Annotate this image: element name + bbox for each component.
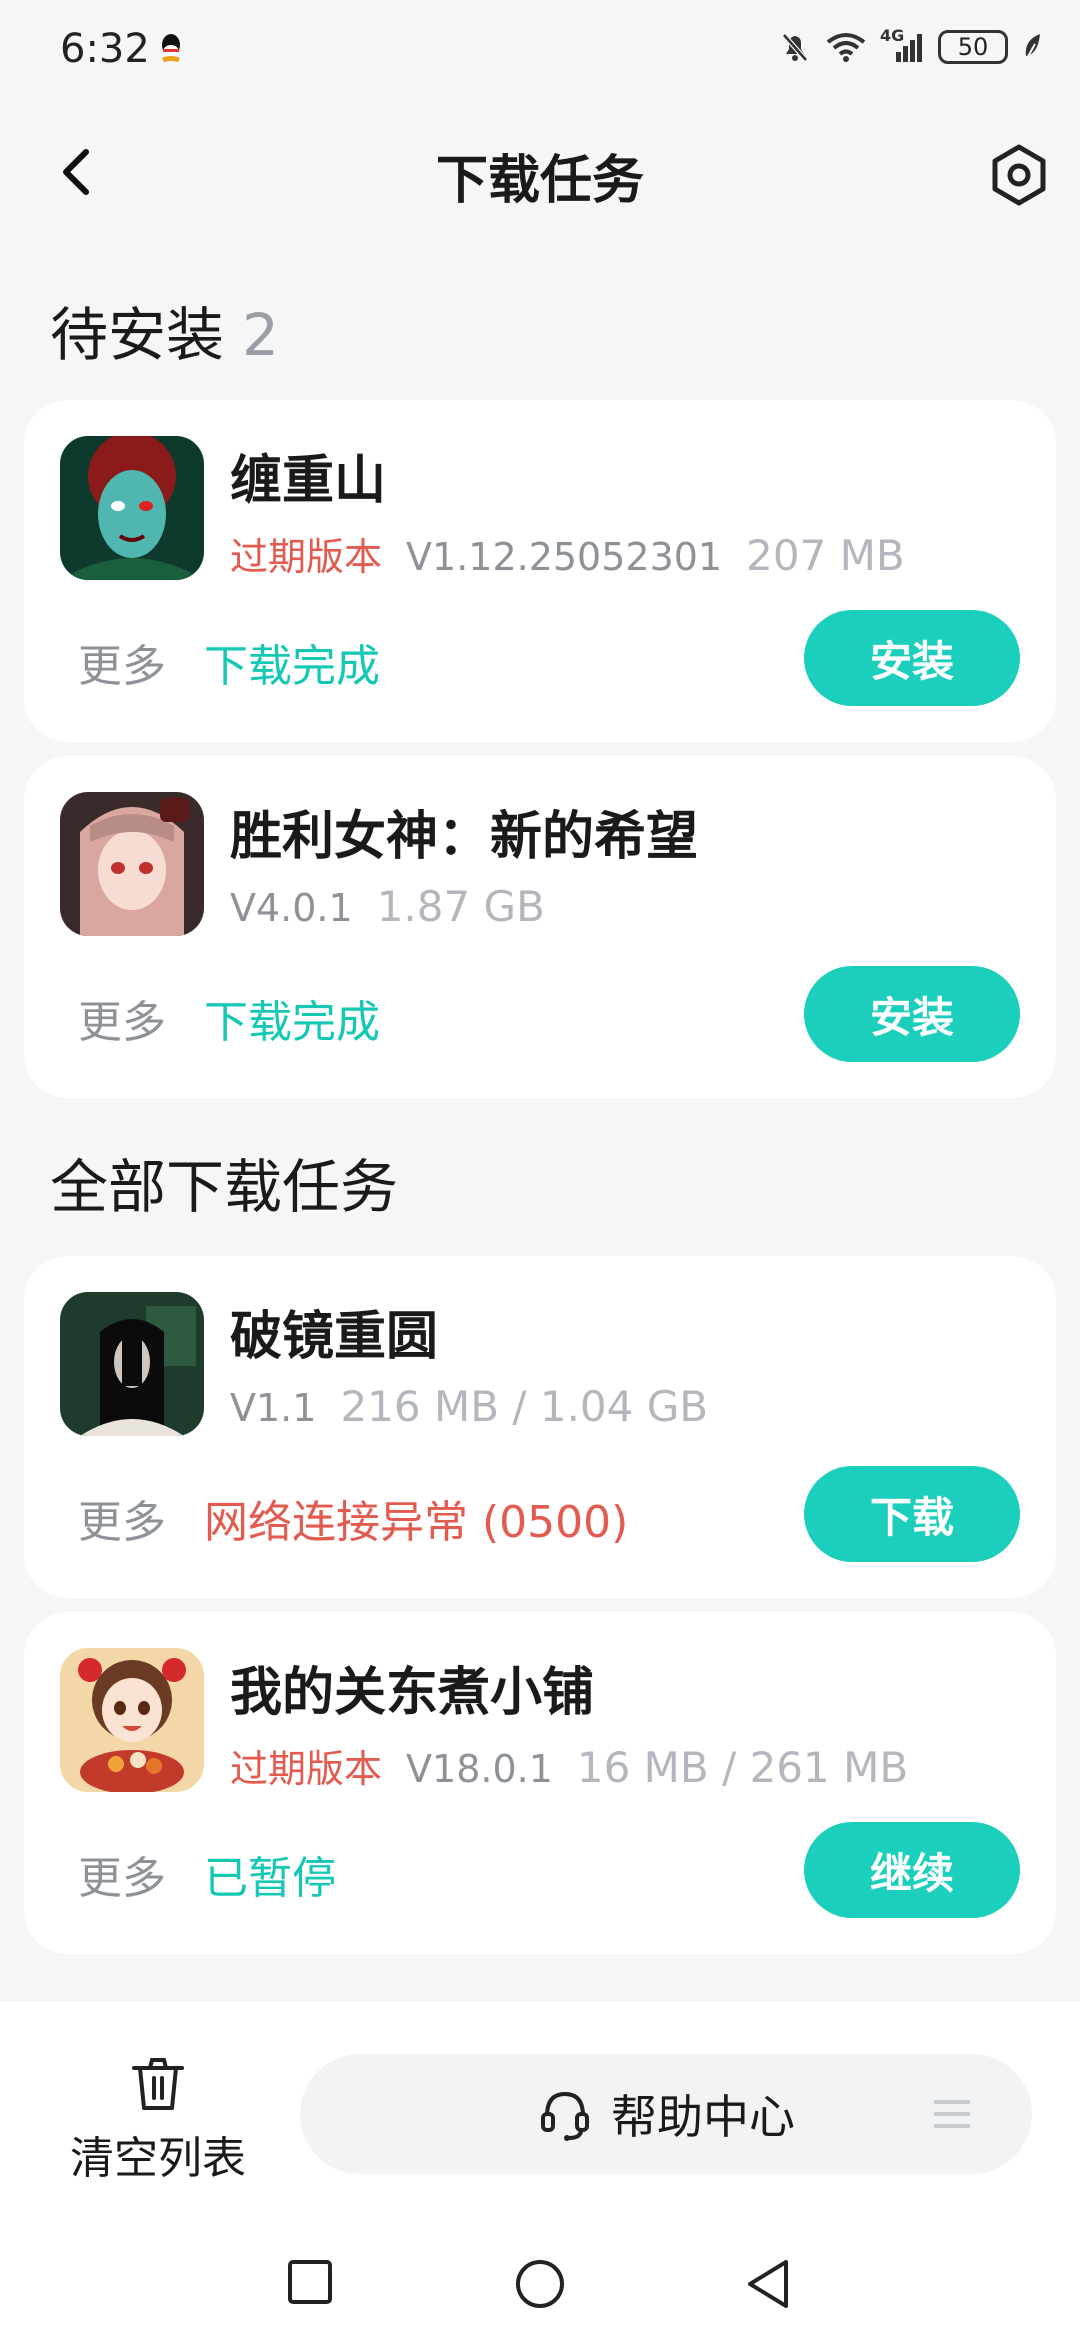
app-meta: V4.0.1 1.87 GB bbox=[230, 882, 545, 931]
install-button[interactable]: 安装 bbox=[804, 610, 1020, 706]
app-icon bbox=[60, 436, 204, 580]
app-size: 207 MB bbox=[746, 531, 905, 580]
app-progress: 216 MB / 1.04 GB bbox=[340, 1382, 709, 1431]
download-status: 网络连接异常 (0500) bbox=[204, 1497, 629, 1548]
back-icon[interactable] bbox=[744, 2258, 792, 2310]
header: 下载任务 bbox=[0, 120, 1080, 220]
pending-count: 2 bbox=[242, 301, 279, 369]
clear-list-button[interactable]: 清空列表 bbox=[58, 2052, 258, 2186]
download-button[interactable]: 下载 bbox=[804, 1466, 1020, 1562]
app-name: 破镜重圆 bbox=[230, 1307, 439, 1367]
app-name: 缠重山 bbox=[230, 451, 387, 511]
settings-icon[interactable] bbox=[986, 142, 1052, 208]
qq-icon bbox=[162, 34, 180, 62]
more-link[interactable]: 更多 bbox=[78, 630, 166, 694]
signal-icon: 4G bbox=[880, 26, 924, 64]
trash-icon bbox=[132, 2058, 184, 2110]
wifi-icon bbox=[826, 33, 866, 62]
status-icons: 4G 50 bbox=[778, 26, 1044, 64]
resume-button[interactable]: 继续 bbox=[804, 1822, 1020, 1918]
install-button[interactable]: 安装 bbox=[804, 966, 1020, 1062]
task-card: 胜利女神：新的希望 V4.0.1 1.87 GB 更多 下载完成 安装 bbox=[24, 756, 1056, 1098]
app-icon bbox=[60, 1292, 204, 1436]
pending-title: 待安装 bbox=[50, 301, 225, 369]
task-card: 缠重山 过期版本 V1.12.25052301 207 MB 更多 下载完成 安… bbox=[24, 400, 1056, 742]
app-icon bbox=[60, 792, 204, 936]
help-center-label: 帮助中心 bbox=[611, 2090, 795, 2144]
more-link[interactable]: 更多 bbox=[78, 1842, 166, 1906]
expired-label: 过期版本 bbox=[230, 535, 383, 579]
app-meta: 过期版本 V18.0.1 16 MB / 261 MB bbox=[230, 1738, 908, 1793]
clear-list-label: 清空列表 bbox=[70, 2133, 246, 2184]
more-link[interactable]: 更多 bbox=[78, 1486, 166, 1550]
download-status: 下载完成 bbox=[204, 641, 380, 692]
app-version: V1.12.25052301 bbox=[406, 535, 723, 579]
mute-icon bbox=[782, 33, 808, 62]
download-status: 下载完成 bbox=[204, 997, 380, 1048]
app-version: V1.1 bbox=[230, 1386, 317, 1430]
recent-apps-icon[interactable] bbox=[286, 2258, 334, 2306]
menu-icon[interactable] bbox=[932, 2096, 972, 2132]
more-link[interactable]: 更多 bbox=[78, 986, 166, 1050]
battery-level: 50 bbox=[957, 33, 989, 61]
task-card: 破镜重圆 V1.1 216 MB / 1.04 GB 更多 网络连接异常 (05… bbox=[24, 1256, 1056, 1598]
expired-label: 过期版本 bbox=[230, 1747, 383, 1791]
app-icon bbox=[60, 1648, 204, 1792]
pending-section-title: 待安装 2 bbox=[50, 288, 279, 372]
download-status: 已暂停 bbox=[204, 1853, 336, 1904]
app-meta: V1.1 216 MB / 1.04 GB bbox=[230, 1382, 708, 1431]
app-version: V18.0.1 bbox=[406, 1747, 553, 1791]
system-nav-bar bbox=[0, 2230, 1080, 2340]
app-name: 胜利女神：新的希望 bbox=[230, 807, 699, 867]
task-card: 我的关东煮小铺 过期版本 V18.0.1 16 MB / 261 MB 更多 已… bbox=[24, 1612, 1056, 1954]
app-meta: 过期版本 V1.12.25052301 207 MB bbox=[230, 526, 905, 581]
app-version: V4.0.1 bbox=[230, 886, 353, 930]
status-time: 6:32 bbox=[60, 26, 150, 72]
battery-icon: 50 bbox=[938, 30, 1008, 64]
help-center-button[interactable]: 帮助中心 bbox=[300, 2054, 1032, 2174]
app-size: 1.87 GB bbox=[376, 882, 545, 931]
status-bar: 6:32 4G 50 bbox=[0, 0, 1080, 100]
page-title: 下载任务 bbox=[435, 151, 644, 211]
headset-icon bbox=[541, 2091, 589, 2141]
app-progress: 16 MB / 261 MB bbox=[576, 1743, 909, 1792]
app-name: 我的关东煮小铺 bbox=[230, 1663, 595, 1723]
leaf-icon bbox=[1025, 34, 1040, 61]
home-icon[interactable] bbox=[514, 2258, 566, 2310]
all-section-title: 全部下载任务 bbox=[50, 1153, 399, 1221]
